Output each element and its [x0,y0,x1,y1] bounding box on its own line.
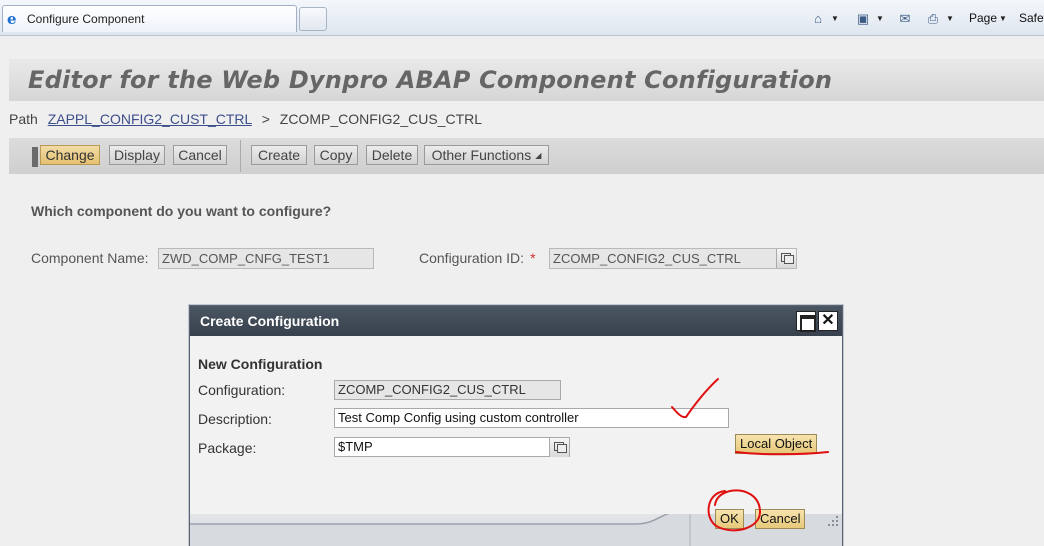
configuration-id-field[interactable]: ZCOMP_CONFIG2_CUS_CTRL [549,248,797,269]
toolbar-divider [240,140,241,172]
package-field[interactable]: $TMP [334,437,570,457]
path-link[interactable]: ZAPPL_CONFIG2_CUST_CTRL [48,111,252,127]
page-menu[interactable]: Page ▼ [969,8,1007,28]
resize-grip-icon[interactable] [826,514,840,528]
configuration-field[interactable]: ZCOMP_CONFIG2_CUS_CTRL [334,380,561,400]
mail-icon: ✉ [899,10,911,26]
dialog-header: Create Configuration [190,306,842,336]
safety-menu[interactable]: Safet [1019,8,1044,28]
new-tab-button[interactable] [299,7,327,31]
chevron-down-icon: ▼ [946,13,954,23]
footer-decoration [190,514,842,546]
configuration-id-label-text: Configuration ID: [419,250,525,266]
dialog-cancel-button[interactable]: Cancel [755,509,806,529]
local-object-button[interactable]: Local Object [735,434,818,454]
path-separator: > [261,111,270,127]
delete-button[interactable]: Delete [366,145,418,165]
other-functions-button[interactable]: Other Functions ◢ [424,145,549,165]
dialog-body: New Configuration Configuration: ZCOMP_C… [190,336,842,514]
dialog-footer [190,514,842,546]
package-value: $TMP [338,439,373,454]
component-name-label: Component Name: [31,250,149,266]
chevron-down-icon: ▼ [831,13,839,23]
ok-button[interactable]: OK [715,509,744,529]
maximize-icon[interactable] [796,311,816,332]
page-menu-label: Page [969,11,998,25]
component-name-field[interactable]: ZWD_COMP_CNFG_TEST1 [158,248,374,269]
home-button[interactable]: ⌂ ▼ [810,8,839,28]
breadcrumb: Path ZAPPL_CONFIG2_CUST_CTRL > ZCOMP_CON… [9,111,482,127]
create-configuration-dialog: Create Configuration ✕ New Configuration… [189,305,843,546]
dialog-title: Create Configuration [200,313,340,329]
configuration-id-value: ZCOMP_CONFIG2_CUS_CTRL [553,251,741,266]
path-current: ZCOMP_CONFIG2_CUS_CTRL [279,111,483,127]
display-button[interactable]: Display [109,145,165,165]
required-indicator: * [530,250,536,266]
print-icon: ⎙ [927,10,939,26]
description-field[interactable]: Test Comp Config using custom controller [334,408,729,428]
configuration-id-label: Configuration ID: * [419,250,536,266]
create-button[interactable]: Create [251,145,307,165]
caret-icon: ◢ [535,150,542,160]
dialog-section-title: New Configuration [198,356,323,372]
package-label: Package: [198,440,257,456]
toolbar-grip [32,147,38,167]
package-value-help-icon[interactable] [549,438,569,457]
configuration-label: Configuration: [198,382,286,398]
browser-tab-title: Configure Component [27,12,145,26]
description-label: Description: [198,411,272,427]
chevron-down-icon: ▼ [876,13,884,23]
home-icon: ⌂ [814,10,822,26]
feeds-button[interactable]: ▣ ▼ [855,8,884,28]
browser-toolbar: e Configure Component ⌂ ▼ ▣ ▼ ✉ ⎙ ▼ Page ▼ S… [0,0,1044,36]
close-icon[interactable]: ✕ [818,311,838,331]
chevron-down-icon: ▼ [999,13,1007,23]
feeds-icon: ▣ [856,10,870,26]
read-mail-button[interactable]: ✉ [897,8,916,28]
cancel-button[interactable]: Cancel [173,145,227,165]
change-button[interactable]: Change [40,145,100,165]
other-functions-label: Other Functions [431,147,532,163]
copy-button[interactable]: Copy [314,145,358,165]
path-label: Path [9,111,38,127]
print-button[interactable]: ⎙ ▼ [925,8,954,28]
value-help-icon[interactable] [776,249,796,268]
safety-menu-label: Safet [1019,11,1044,25]
ie-logo-icon: e [7,9,17,28]
page-title: Editor for the Web Dynpro ABAP Component… [28,66,833,94]
question-text: Which component do you want to configure… [31,203,332,219]
browser-tab[interactable]: e Configure Component [2,5,297,32]
